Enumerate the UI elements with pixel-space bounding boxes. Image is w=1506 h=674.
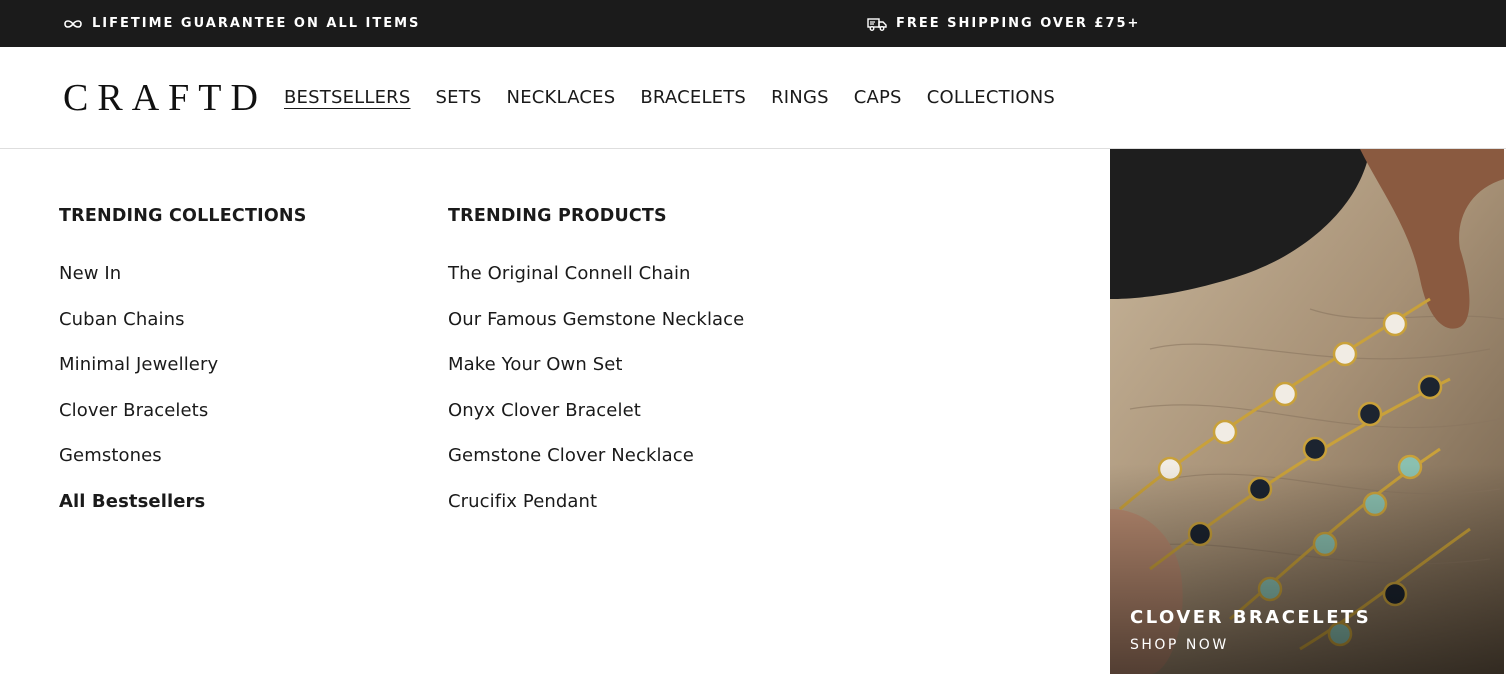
promo-shop-now-link[interactable]: SHOP NOW: [1130, 635, 1371, 655]
menu-link-clover-bracelets[interactable]: Clover Bracelets: [59, 400, 208, 421]
nav-caps[interactable]: CAPS: [854, 86, 902, 110]
menu-link-original-connell-chain[interactable]: The Original Connell Chain: [448, 263, 691, 284]
main-nav: BESTSELLERS SETS NECKLACES BRACELETS RIN…: [284, 47, 1080, 149]
delivery-truck-icon: [867, 17, 887, 31]
shipping-announcement: FREE SHIPPING OVER £75+: [867, 0, 1140, 47]
shipping-text: FREE SHIPPING OVER £75+: [896, 16, 1141, 31]
menu-link-gemstones[interactable]: Gemstones: [59, 445, 162, 466]
trending-products-heading: TRENDING PRODUCTS: [448, 206, 667, 226]
menu-link-all-bestsellers[interactable]: All Bestsellers: [59, 491, 205, 512]
menu-link-onyx-clover-bracelet[interactable]: Onyx Clover Bracelet: [448, 400, 641, 421]
menu-link-cuban-chains[interactable]: Cuban Chains: [59, 309, 185, 330]
promo-image: [1110, 149, 1504, 674]
guarantee-announcement: LIFETIME GUARANTEE ON ALL ITEMS: [63, 0, 420, 47]
infinity-icon: [63, 19, 83, 29]
announcement-bar: LIFETIME GUARANTEE ON ALL ITEMS FREE SHI…: [0, 0, 1506, 47]
site-header: CRAFTD BESTSELLERS SETS NECKLACES BRACEL…: [0, 47, 1506, 149]
guarantee-text: LIFETIME GUARANTEE ON ALL ITEMS: [92, 16, 421, 31]
menu-link-minimal-jewellery[interactable]: Minimal Jewellery: [59, 354, 218, 375]
menu-link-gemstone-clover-necklace[interactable]: Gemstone Clover Necklace: [448, 445, 694, 466]
nav-collections[interactable]: COLLECTIONS: [927, 86, 1055, 110]
menu-link-crucifix-pendant[interactable]: Crucifix Pendant: [448, 491, 597, 512]
trending-collections-heading: TRENDING COLLECTIONS: [59, 206, 307, 226]
promo-tile[interactable]: CLOVER BRACELETS SHOP NOW: [1110, 149, 1504, 674]
menu-link-famous-gemstone-necklace[interactable]: Our Famous Gemstone Necklace: [448, 309, 744, 330]
nav-bestsellers[interactable]: BESTSELLERS: [284, 86, 411, 110]
nav-rings[interactable]: RINGS: [771, 86, 829, 110]
menu-link-make-your-own-set[interactable]: Make Your Own Set: [448, 354, 623, 375]
nav-bracelets[interactable]: BRACELETS: [640, 86, 746, 110]
nav-sets[interactable]: SETS: [436, 86, 482, 110]
logo[interactable]: CRAFTD: [63, 78, 267, 118]
promo-caption: CLOVER BRACELETS SHOP NOW: [1130, 606, 1371, 655]
promo-title: CLOVER BRACELETS: [1130, 607, 1372, 628]
trending-collections-column: TRENDING COLLECTIONS New In Cuban Chains…: [59, 204, 307, 535]
nav-necklaces[interactable]: NECKLACES: [507, 86, 616, 110]
trending-products-column: TRENDING PRODUCTS The Original Connell C…: [448, 204, 744, 535]
menu-link-new-in[interactable]: New In: [59, 263, 121, 284]
